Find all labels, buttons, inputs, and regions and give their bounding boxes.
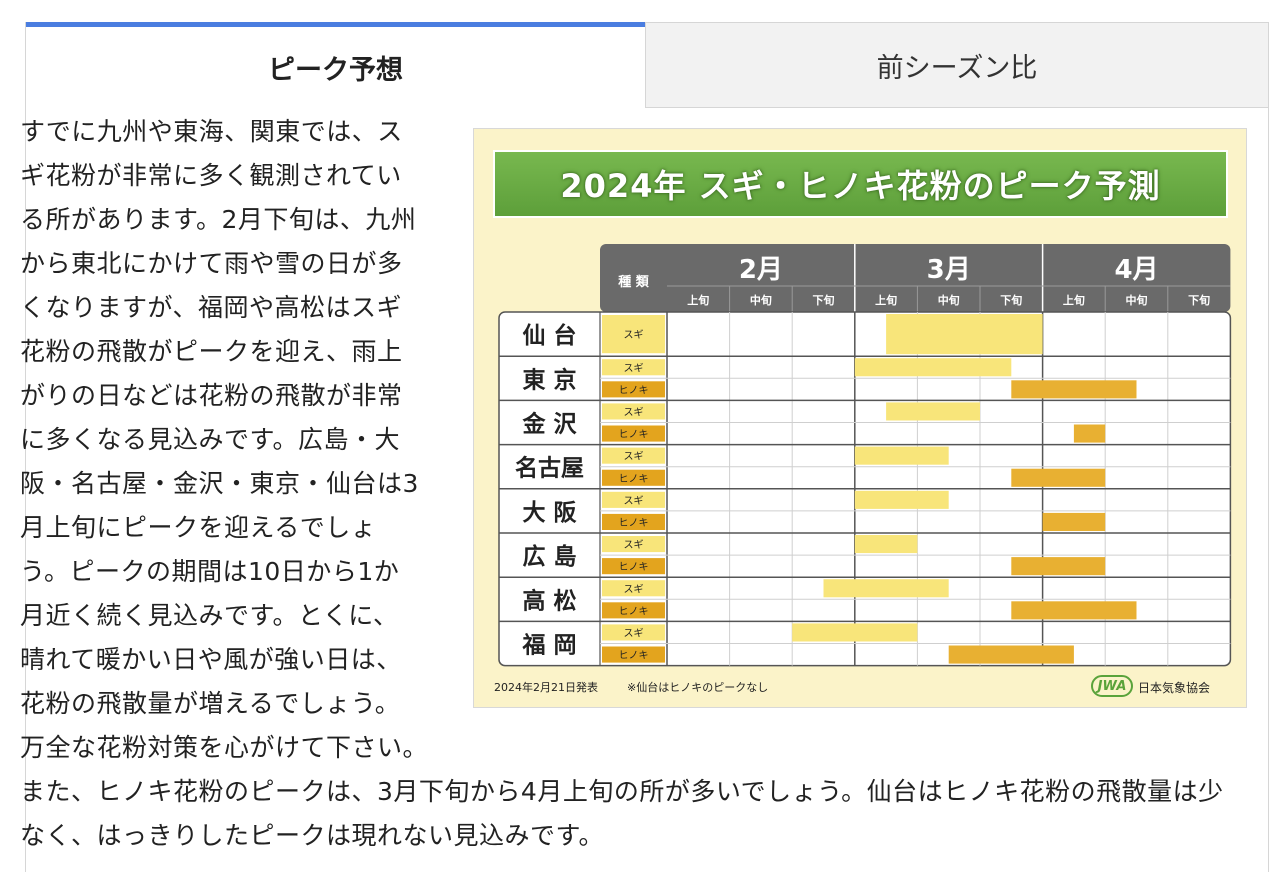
type-label: スギ bbox=[624, 583, 644, 595]
period-label: 中旬 bbox=[750, 293, 772, 307]
type-label: ヒノキ bbox=[619, 605, 649, 617]
month-label: 4月 bbox=[1114, 255, 1158, 285]
peak-bar bbox=[1011, 380, 1137, 399]
tab-previous-season[interactable]: 前シーズン比 bbox=[645, 22, 1268, 108]
chart-note: ※仙台はヒノキのピークなし bbox=[627, 681, 769, 694]
type-label: スギ bbox=[624, 406, 644, 418]
peak-bar bbox=[854, 358, 1012, 377]
period-label: 下旬 bbox=[813, 293, 835, 307]
period-label: 上旬 bbox=[1063, 293, 1085, 307]
type-label: スギ bbox=[624, 539, 644, 551]
tab-bar: ピーク予想 前シーズン比 bbox=[26, 22, 1268, 108]
pollen-peak-chart: 2024年 スギ・ヒノキ花粉のピーク予測 種 類 2月 上旬 中旬 下旬 3月 上旬 中旬 下旬… bbox=[473, 128, 1247, 708]
type-label: ヒノキ bbox=[619, 517, 649, 529]
city-name: 仙 台 bbox=[522, 322, 576, 349]
peak-bar bbox=[1011, 557, 1106, 576]
tab-peak-forecast[interactable]: ピーク予想 bbox=[26, 22, 645, 108]
peak-bar bbox=[1042, 512, 1106, 531]
type-label: スギ bbox=[624, 329, 644, 341]
peak-bar bbox=[886, 314, 1043, 355]
type-label: ヒノキ bbox=[619, 561, 649, 573]
city-name: 金 沢 bbox=[521, 411, 577, 438]
chart-svg: 種 類 2月上旬 中旬 下旬3月上旬 中旬 下旬4月上旬 中旬 下旬仙 台スギ東 京スギヒノキ… bbox=[498, 244, 1232, 667]
jwa-logo-text: 日本気象協会 bbox=[1138, 681, 1211, 695]
type-label: スギ bbox=[624, 495, 644, 507]
peak-bar bbox=[854, 535, 918, 554]
type-header: 種 類 bbox=[618, 274, 650, 290]
period-label: 中旬 bbox=[938, 293, 960, 307]
peak-bar bbox=[948, 645, 1074, 664]
city-name: 大 阪 bbox=[522, 500, 576, 526]
city-name: 広 島 bbox=[522, 543, 576, 570]
type-label: ヒノキ bbox=[619, 429, 649, 441]
release-date: 2024年2月21日発表 bbox=[494, 681, 598, 694]
period-label: 上旬 bbox=[875, 293, 897, 307]
type-label: ヒノキ bbox=[619, 473, 649, 485]
type-label: ヒノキ bbox=[619, 650, 649, 662]
peak-bar bbox=[792, 623, 918, 642]
type-label: スギ bbox=[624, 627, 644, 639]
peak-bar bbox=[1073, 424, 1106, 443]
article-paragraph: また、ヒノキ花粉のピークは、3月下旬から4月上旬の所が多いでしょう。仙台はヒノキ… bbox=[20, 777, 1224, 850]
city-name: 名古屋 bbox=[515, 455, 584, 482]
peak-bar bbox=[823, 579, 949, 598]
city-name: 福 岡 bbox=[521, 633, 576, 659]
type-label: ヒノキ bbox=[619, 384, 649, 396]
peak-bar bbox=[854, 446, 949, 465]
period-label: 中旬 bbox=[1126, 293, 1148, 307]
peak-bar bbox=[1011, 601, 1137, 620]
city-name: 東 京 bbox=[522, 366, 576, 393]
peak-bar bbox=[854, 490, 949, 509]
city-name: 高 松 bbox=[522, 587, 576, 614]
period-label: 上旬 bbox=[687, 293, 709, 307]
peak-bar bbox=[1011, 468, 1106, 487]
period-label: 下旬 bbox=[1188, 293, 1210, 307]
type-label: スギ bbox=[624, 362, 644, 374]
jwa-logo-icon: JWA bbox=[1091, 675, 1133, 697]
type-label: スギ bbox=[624, 451, 644, 463]
chart-grid: 種 類 2月 上旬 中旬 下旬 3月 上旬 中旬 下旬 4月 上旬 中旬 下旬仙 台スギ東 京スギ ヒノキ… bbox=[474, 129, 1248, 709]
month-label: 2月 bbox=[739, 255, 783, 285]
period-label: 下旬 bbox=[1000, 293, 1022, 307]
peak-bar bbox=[886, 402, 980, 421]
month-label: 3月 bbox=[927, 255, 971, 285]
